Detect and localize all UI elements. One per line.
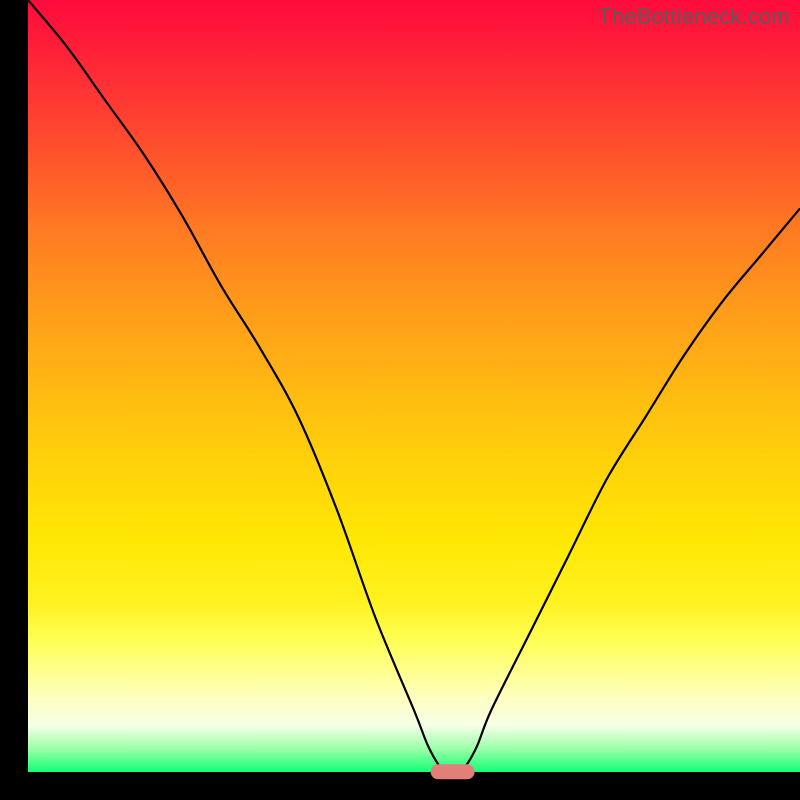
curve-path <box>28 0 800 772</box>
bottleneck-curve <box>28 0 800 772</box>
plot-area <box>28 0 800 772</box>
watermark-text: TheBottleneck.com <box>598 4 790 30</box>
chart-frame: TheBottleneck.com <box>0 0 800 800</box>
optimal-marker <box>430 764 475 779</box>
